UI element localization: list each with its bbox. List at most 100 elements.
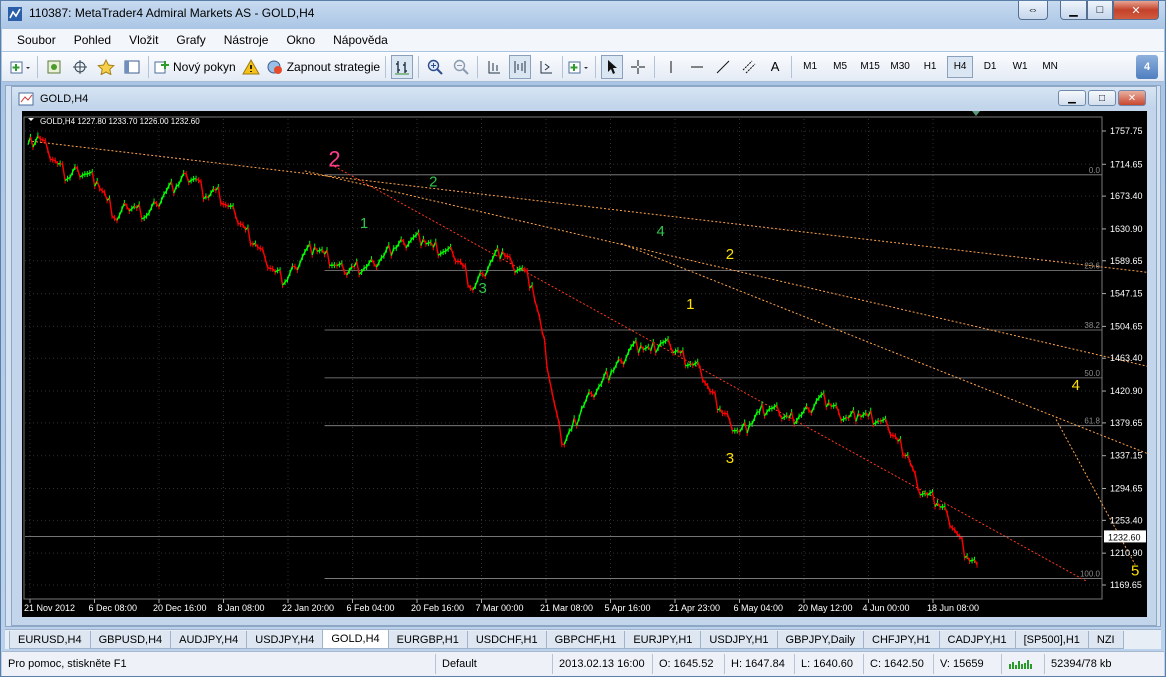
channel-button[interactable] (738, 55, 760, 79)
y-tick-label: 1630.90 (1110, 224, 1143, 234)
y-tick-label: 1210.90 (1110, 548, 1143, 558)
price-chart[interactable]: 0.023.638.250.061.8100.0 2123421345534 1… (22, 111, 1147, 617)
profiles-button[interactable] (43, 55, 65, 79)
warning-icon (241, 58, 260, 74)
crosshair-nav-button[interactable] (69, 55, 91, 79)
chart-close-button[interactable]: ✕ (1118, 90, 1146, 106)
menu-bar: Soubor Pohled Vložit Grafy Nástroje Okno… (2, 29, 1164, 51)
new-order-label: Nový pokyn (173, 59, 236, 74)
menu-tools[interactable]: Nástroje (215, 33, 278, 47)
alert-button[interactable] (240, 55, 262, 79)
minimize-button[interactable]: ▁ (1060, 1, 1087, 20)
indicators-button[interactable] (568, 55, 590, 79)
tab-cadjpy-h1[interactable]: CADJPY,H1 (938, 631, 1016, 649)
x-tick-label: 22 Jan 20:00 (282, 603, 334, 613)
timeframe-m30[interactable]: M30 (887, 56, 913, 78)
tab-gold-h4[interactable]: GOLD,H4 (322, 629, 389, 649)
mailbox-button[interactable]: 4 (1136, 54, 1158, 79)
new-chart-button[interactable] (10, 55, 32, 79)
chart-minimize-button[interactable]: ▁ (1058, 90, 1086, 106)
profiles-icon (47, 60, 61, 73)
zoom-in-button[interactable] (424, 55, 446, 79)
timeframe-h4[interactable]: H4 (947, 55, 974, 78)
x-tick-label: 18 Jun 08:00 (927, 603, 979, 613)
wave-label: 3 (726, 450, 734, 467)
wave-label: 2 (726, 246, 734, 263)
timeframe-mn[interactable]: MN (1037, 56, 1063, 78)
period-separator-button[interactable] (535, 55, 557, 79)
bar-chart-icon (395, 60, 410, 74)
fib-level-label: 0.0 (1089, 166, 1101, 175)
status-low: L: 1640.60 (795, 654, 864, 674)
fib-level-label: 38.2 (1084, 321, 1100, 330)
chart-shift-button[interactable] (483, 55, 505, 79)
zoom-out-icon (453, 59, 469, 75)
timeframe-m1[interactable]: M1 (797, 56, 823, 78)
trendline-button[interactable] (712, 55, 734, 79)
y-tick-label: 1463.40 (1110, 353, 1143, 363)
status-profile[interactable]: Default (436, 654, 553, 674)
tab-gbpusd-h4[interactable]: GBPUSD,H4 (89, 631, 172, 649)
horizontal-line-icon (691, 66, 704, 67)
close-button[interactable]: ✕ (1113, 1, 1159, 20)
app-window: 110387: MetaTrader4 Admiral Markets AS -… (0, 0, 1166, 677)
menu-insert[interactable]: Vložit (120, 33, 167, 47)
toolbar: Nový pokyn Zapnout strategie A M1 M5 M15… (2, 52, 1164, 82)
x-tick-label: 8 Jan 08:00 (218, 603, 265, 613)
x-tick-label: 6 May 04:00 (734, 603, 784, 613)
indicators-icon (568, 61, 589, 73)
cursor-tool-button[interactable] (601, 54, 624, 79)
tab-gbpjpy-daily[interactable]: GBPJPY,Daily (776, 631, 865, 649)
menu-help[interactable]: Nápověda (324, 33, 397, 47)
tab-eurgbp-h1[interactable]: EURGBP,H1 (387, 631, 468, 649)
metatrader-icon (8, 7, 22, 21)
horizontal-line-button[interactable] (686, 55, 708, 79)
timeframe-d1[interactable]: D1 (977, 56, 1003, 78)
terminal-button[interactable] (121, 55, 143, 79)
menu-file[interactable]: Soubor (8, 33, 65, 47)
restore-layout-button[interactable]: ⇔ (1018, 1, 1048, 20)
title-bar[interactable]: 110387: MetaTrader4 Admiral Markets AS -… (1, 1, 1165, 27)
x-tick-label: 20 Dec 16:00 (153, 603, 207, 613)
crosshair-tool-button[interactable] (627, 55, 649, 79)
x-tick-label: 20 May 12:00 (798, 603, 853, 613)
favorites-button[interactable] (95, 55, 117, 79)
menu-charts[interactable]: Grafy (167, 33, 214, 47)
maximize-button[interactable]: □ (1087, 1, 1113, 20)
timeframe-m5[interactable]: M5 (827, 56, 853, 78)
wave-label: 4 (656, 223, 664, 240)
channel-icon (742, 60, 756, 73)
timeframe-h1[interactable]: H1 (917, 56, 943, 78)
zoom-out-button[interactable] (450, 55, 472, 79)
y-tick-label: 1714.65 (1110, 159, 1143, 169)
tab-audjpy-h4[interactable]: AUDJPY,H4 (170, 631, 248, 649)
tab-gbpchf-h1[interactable]: GBPCHF,H1 (545, 631, 626, 649)
text-tool-icon: A (770, 59, 780, 74)
menu-window[interactable]: Okno (277, 33, 324, 47)
timeframe-w1[interactable]: W1 (1007, 56, 1033, 78)
y-tick-label: 1547.15 (1110, 289, 1143, 299)
tab-usdchf-h1[interactable]: USDCHF,H1 (466, 631, 547, 649)
menu-view[interactable]: Pohled (65, 33, 120, 47)
new-chart-icon (10, 61, 30, 73)
status-traffic: 52394/78 kb (1051, 658, 1112, 670)
status-open: O: 1645.52 (653, 654, 725, 674)
tab-eurusd-h4[interactable]: EURUSD,H4 (9, 631, 91, 649)
vertical-line-button[interactable] (660, 55, 682, 79)
chart-maximize-button[interactable]: □ (1088, 90, 1116, 106)
tab-usdjpy-h4[interactable]: USDJPY,H4 (246, 631, 324, 649)
text-tool-button[interactable]: A (764, 55, 786, 79)
chart-window-titlebar[interactable]: GOLD,H4 (18, 91, 88, 107)
cursor-icon (608, 59, 618, 74)
bar-chart-button[interactable] (391, 54, 414, 79)
tab-nzi[interactable]: NZI (1087, 631, 1124, 649)
new-order-button[interactable]: Nový pokyn (154, 55, 236, 79)
tab-chfjpy-h1[interactable]: CHFJPY,H1 (863, 631, 940, 649)
timeframe-m15[interactable]: M15 (857, 56, 883, 78)
autoscroll-button[interactable] (509, 54, 532, 79)
tab-usdjpy-h1[interactable]: USDJPY,H1 (700, 631, 778, 649)
start-strategy-button[interactable]: Zapnout strategie (266, 55, 380, 79)
wave-label: 1 (686, 296, 694, 313)
tab-eurjpy-h1[interactable]: EURJPY,H1 (624, 631, 702, 649)
tab-sp500-h1[interactable]: [SP500],H1 (1014, 631, 1089, 649)
